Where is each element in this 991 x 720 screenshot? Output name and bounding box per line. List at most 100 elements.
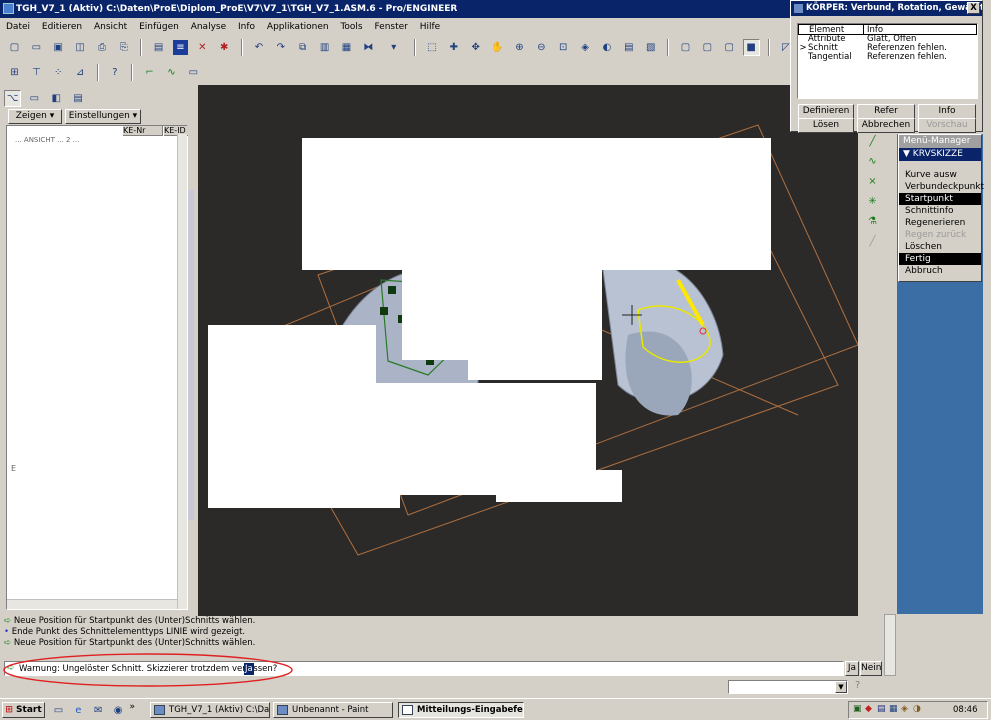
- internet-explorer-icon[interactable]: e: [69, 702, 87, 719]
- settings-dropdown[interactable]: Einstellungen ▾: [65, 109, 141, 124]
- menu-info[interactable]: Info: [238, 22, 255, 32]
- datum-point-icon[interactable]: ×: [864, 173, 881, 190]
- menu-analyse[interactable]: Analyse: [191, 22, 226, 32]
- new-icon[interactable]: ▢: [6, 39, 23, 56]
- more-icon[interactable]: »: [130, 702, 136, 712]
- context-help-icon[interactable]: ?: [106, 64, 124, 81]
- paste-icon[interactable]: ▥: [316, 39, 334, 56]
- menu-item-abbruch[interactable]: Abbruch: [899, 265, 981, 277]
- view-manager-icon[interactable]: ◈: [576, 39, 594, 56]
- mapkey-icon[interactable]: ▤: [150, 39, 168, 56]
- menu-item-startpunkt[interactable]: Startpunkt: [899, 193, 981, 205]
- menu-datei[interactable]: Datei: [6, 22, 30, 32]
- datum-curve-icon[interactable]: ∿: [864, 153, 881, 170]
- element-row[interactable]: Tangential Referenzen fehlen.: [798, 53, 977, 62]
- menu-fenster[interactable]: Fenster: [374, 22, 407, 32]
- help-icon[interactable]: ?: [855, 680, 860, 691]
- pan-icon[interactable]: ✋: [489, 39, 507, 56]
- menu-manager-section[interactable]: ▼ KRVSKIZZE: [899, 148, 981, 161]
- delete-icon[interactable]: ✕: [193, 39, 211, 56]
- relations-icon[interactable]: ≡: [172, 39, 189, 56]
- yes-button[interactable]: Ja: [845, 661, 859, 676]
- analysis-icon[interactable]: ▭: [184, 64, 202, 81]
- copy-icon[interactable]: ⧉: [294, 39, 312, 56]
- print-preview-icon[interactable]: ⎘: [115, 39, 133, 56]
- no-hidden-icon[interactable]: ▢: [720, 39, 738, 56]
- layers-tab-icon[interactable]: ▤: [69, 90, 87, 107]
- datum-axes-icon[interactable]: ⊤: [27, 64, 45, 81]
- menu-item-regenerieren[interactable]: Regenerieren: [899, 217, 981, 229]
- status-combo[interactable]: ▼: [728, 680, 848, 694]
- task-paint[interactable]: Unbenannt - Paint: [273, 702, 393, 718]
- refs-button[interactable]: Refer: [857, 104, 915, 119]
- zoom-in-icon[interactable]: ⊕: [511, 39, 528, 56]
- coord-system-icon[interactable]: ✳: [864, 193, 881, 210]
- mail-icon[interactable]: ✉: [89, 702, 107, 719]
- sketch-line-icon[interactable]: ╱: [864, 133, 881, 150]
- volume-icon[interactable]: ◑: [913, 704, 921, 714]
- show-dropdown[interactable]: Zeigen ▾: [8, 109, 62, 124]
- wireframe-icon[interactable]: ▢: [677, 39, 694, 56]
- dialog-close-button[interactable]: X: [967, 2, 980, 14]
- menu-item-loeschen[interactable]: Löschen: [899, 241, 981, 253]
- menu-ansicht[interactable]: Ansicht: [94, 22, 127, 32]
- tree-horizontal-scrollbar[interactable]: [7, 599, 177, 609]
- folder-icon[interactable]: ▭: [25, 90, 43, 107]
- datum-curve-icon[interactable]: ∿: [163, 64, 180, 81]
- chevron-down-icon[interactable]: ▼: [835, 681, 847, 693]
- select-filter-icon[interactable]: ▾: [381, 39, 406, 56]
- tree-row[interactable]: ... ANSICHT ... 2 ...: [15, 136, 177, 144]
- orient-icon[interactable]: ✥: [467, 39, 485, 56]
- save-icon[interactable]: ▣: [49, 39, 67, 56]
- network-icon[interactable]: ▣: [853, 704, 862, 714]
- task-proe[interactable]: TGH_V7_1 (Aktiv) C:\Dat...: [150, 702, 270, 718]
- hidden-line-icon[interactable]: ▢: [698, 39, 716, 56]
- save-as-icon[interactable]: ◫: [71, 39, 89, 56]
- ok-button[interactable]: Lösen: [798, 118, 854, 133]
- shading-icon[interactable]: ■: [742, 39, 760, 56]
- start-button[interactable]: ⊞ Start: [2, 702, 45, 718]
- cancel-button[interactable]: Abbrechen: [857, 118, 915, 133]
- print-icon[interactable]: ⎙: [93, 39, 111, 56]
- tray-icon[interactable]: ◈: [901, 704, 908, 714]
- menu-item-kurve-ausw[interactable]: Kurve ausw: [899, 169, 981, 181]
- antivirus-icon[interactable]: ◆: [865, 704, 872, 714]
- column-header-ke-nr[interactable]: KE-Nr: [123, 126, 163, 136]
- datum-planes-icon[interactable]: ⊞: [6, 64, 23, 81]
- tree-vertical-scrollbar[interactable]: [177, 134, 187, 609]
- display-icon[interactable]: ▦: [889, 704, 898, 714]
- paste-special-icon[interactable]: ▦: [338, 39, 355, 56]
- task-message-input[interactable]: Mitteilungs-Eingabefe...: [398, 702, 524, 718]
- sketch-tool-icon[interactable]: ⌐: [141, 64, 159, 81]
- spin-center-icon[interactable]: ✚: [445, 39, 463, 56]
- menu-einfuegen[interactable]: Einfügen: [139, 22, 179, 32]
- model-tree[interactable]: KE-Nr KE-ID ... ANSICHT ... 2 ... E: [6, 125, 188, 610]
- model-viewport[interactable]: [198, 85, 858, 616]
- redo-icon[interactable]: ↷: [272, 39, 290, 56]
- saved-views-icon[interactable]: ◐: [598, 39, 616, 56]
- regenerate-icon[interactable]: ✱: [215, 39, 233, 56]
- no-button[interactable]: Nein: [860, 661, 882, 676]
- message-scrollbar[interactable]: [884, 614, 896, 676]
- menu-tools[interactable]: Tools: [340, 22, 362, 32]
- define-button[interactable]: Definieren: [798, 104, 854, 119]
- model-tree-icon[interactable]: ⌥: [4, 90, 21, 107]
- menu-item-fertig[interactable]: Fertig: [899, 253, 981, 265]
- panel-splitter[interactable]: [188, 190, 194, 520]
- menu-applikationen[interactable]: Applikationen: [267, 22, 329, 32]
- menu-editieren[interactable]: Editieren: [42, 22, 82, 32]
- analysis-feature-icon[interactable]: ⚗: [864, 213, 881, 230]
- coord-systems-icon[interactable]: ⊿: [71, 64, 89, 81]
- repaint-icon[interactable]: ⬚: [423, 39, 441, 56]
- zoom-out-icon[interactable]: ⊖: [532, 39, 550, 56]
- show-desktop-icon[interactable]: ▭: [50, 702, 67, 719]
- mirror-icon[interactable]: ⧓: [359, 39, 377, 56]
- language-icon[interactable]: ▤: [877, 704, 886, 714]
- menu-item-schnittinfo[interactable]: Schnittinfo: [899, 205, 981, 217]
- info-button[interactable]: Info: [918, 104, 976, 119]
- open-icon[interactable]: ▭: [27, 39, 45, 56]
- layers-icon[interactable]: ▤: [620, 39, 638, 56]
- graphics-window[interactable]: [198, 85, 858, 616]
- ref-icon[interactable]: ╱: [864, 233, 881, 250]
- favorites-icon[interactable]: ◧: [47, 90, 65, 107]
